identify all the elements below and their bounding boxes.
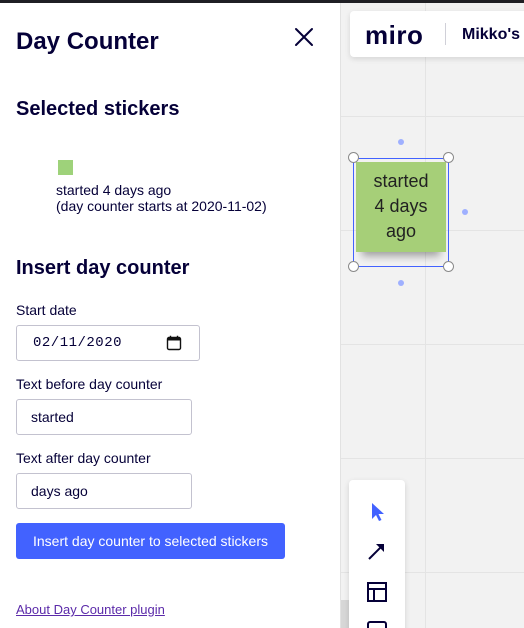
connector-dot-right[interactable]	[462, 209, 468, 215]
calendar-icon[interactable]	[166, 335, 182, 351]
select-tool[interactable]	[365, 500, 389, 524]
selected-sticker-note: (day counter starts at 2020-11-02)	[56, 198, 267, 214]
text-before-field[interactable]: started	[16, 399, 192, 435]
close-icon	[295, 28, 313, 46]
resize-handle-top-right[interactable]	[443, 152, 454, 163]
connector-dot-top[interactable]	[398, 139, 404, 145]
miro-logo: miro	[365, 20, 424, 50]
insert-counter-button[interactable]: Insert day counter to selected stickers	[16, 523, 285, 559]
resize-handle-bottom-left[interactable]	[348, 261, 359, 272]
frame-icon	[367, 621, 387, 628]
select-icon	[372, 503, 384, 521]
arrow-tool[interactable]	[365, 539, 389, 563]
start-date-label: Start date	[16, 302, 77, 318]
frame-tool[interactable]	[365, 619, 389, 628]
start-date-field[interactable]: 02/11/2020	[16, 325, 200, 361]
insert-counter-heading: Insert day counter	[16, 257, 190, 279]
selected-sticker-text: started 4 days ago	[56, 182, 172, 198]
panel-scrollbar[interactable]	[341, 600, 349, 628]
selection-box	[353, 158, 449, 267]
arrow-icon	[368, 544, 384, 560]
template-tool[interactable]	[365, 580, 389, 604]
text-after-value: days ago	[31, 483, 88, 499]
board-name[interactable]: Mikko's	[462, 26, 520, 44]
panel-title: Day Counter	[16, 28, 159, 55]
connector-dot-bottom[interactable]	[398, 280, 404, 286]
resize-handle-top-left[interactable]	[348, 152, 359, 163]
selected-stickers-heading: Selected stickers	[16, 98, 180, 120]
close-button[interactable]	[292, 25, 316, 49]
resize-handle-bottom-right[interactable]	[443, 261, 454, 272]
template-icon	[367, 582, 387, 602]
text-before-value: started	[31, 409, 74, 425]
text-after-label: Text after day counter	[16, 450, 151, 466]
header-divider	[445, 23, 446, 45]
about-plugin-link[interactable]: About Day Counter plugin	[16, 602, 165, 617]
board-header: miro Mikko's	[350, 11, 524, 57]
text-before-label: Text before day counter	[16, 376, 163, 392]
text-after-field[interactable]: days ago	[16, 473, 192, 509]
sticker-color-swatch	[58, 160, 73, 175]
board-toolbar	[349, 480, 405, 628]
start-date-value: 02/11/2020	[33, 335, 123, 351]
